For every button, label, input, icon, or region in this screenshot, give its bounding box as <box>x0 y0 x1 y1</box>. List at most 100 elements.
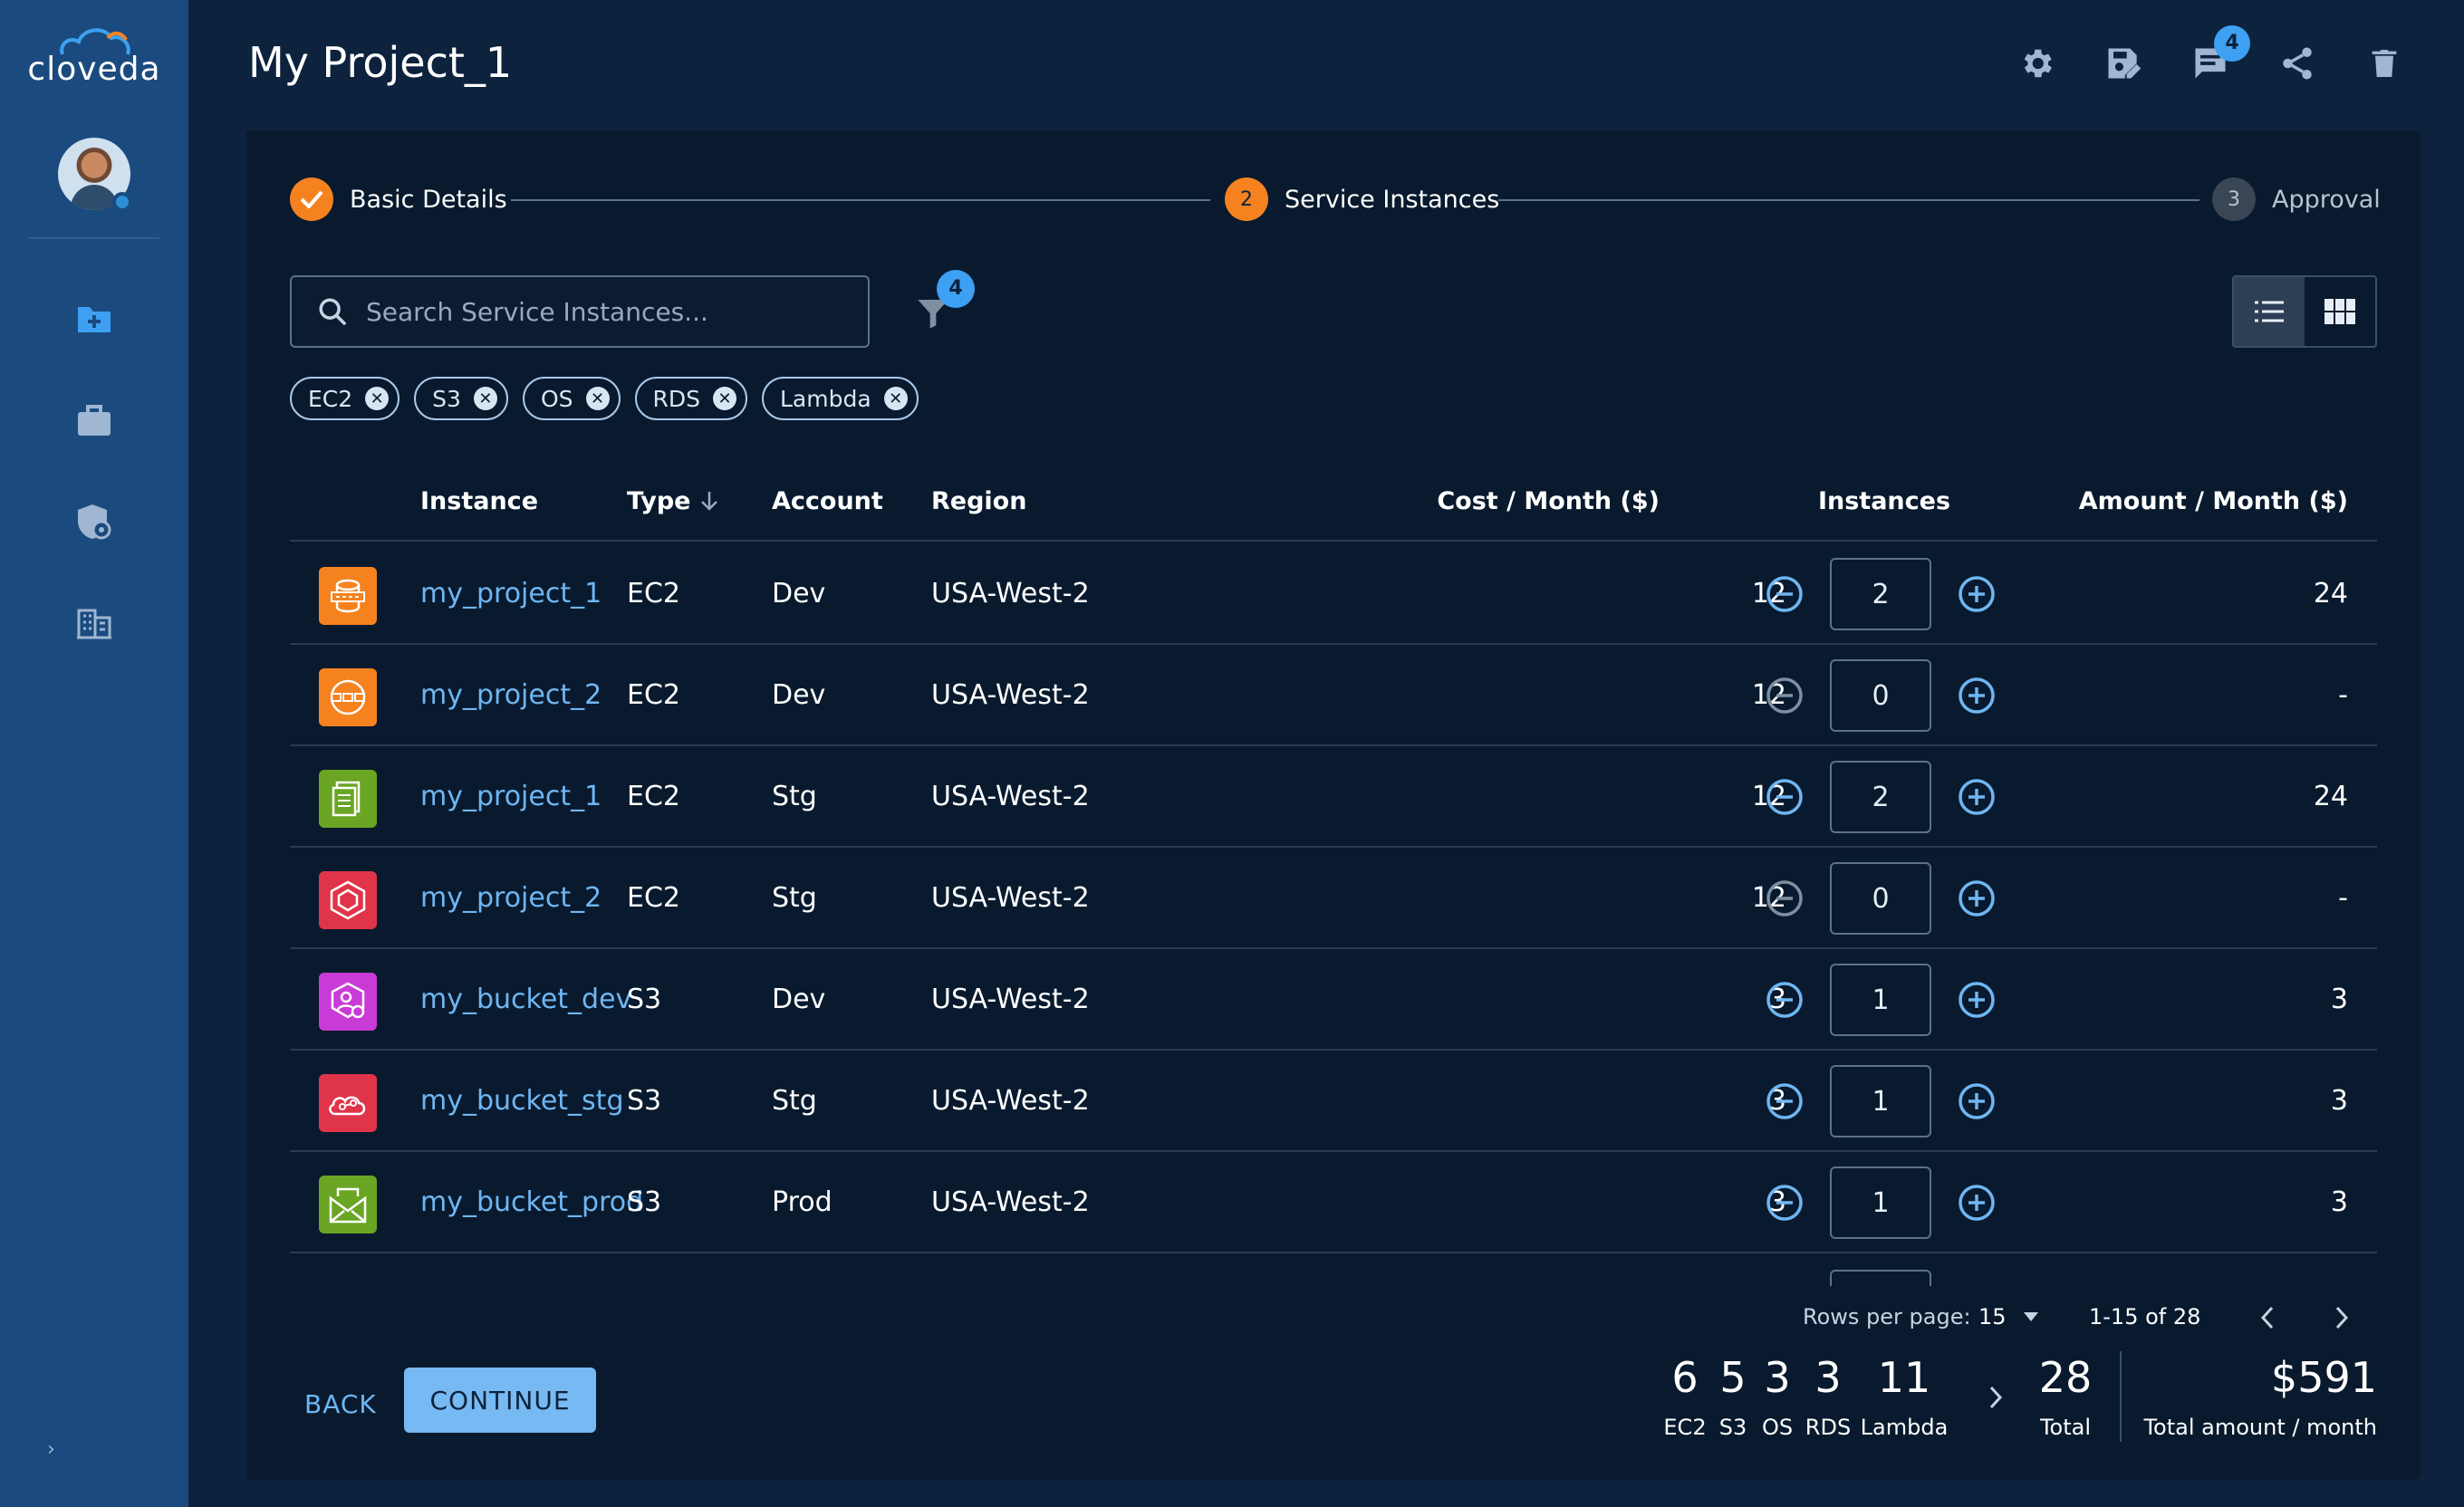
total-count-value: 28 <box>2038 1353 2093 1402</box>
instance-link[interactable]: my_project_2 <box>420 882 602 914</box>
quantity-input[interactable]: 1 <box>1830 1166 1931 1239</box>
plus-circle-icon[interactable] <box>1957 1081 1997 1121</box>
step-number: 2 <box>1225 178 1268 221</box>
rows-per-page-label: Rows per page: <box>1803 1304 1971 1329</box>
chip-ec2[interactable]: EC2 ✕ <box>290 377 400 420</box>
quantity-input[interactable]: 2 <box>1830 558 1931 630</box>
col-cost[interactable]: Cost / Month ($) <box>1362 487 1660 515</box>
minus-circle-icon[interactable] <box>1765 676 1805 715</box>
chip-lambda[interactable]: Lambda ✕ <box>762 377 919 420</box>
chevron-left-icon[interactable] <box>2257 1304 2279 1331</box>
close-icon[interactable]: ✕ <box>883 387 908 410</box>
region-cell: USA-West-2 <box>931 984 1090 1015</box>
minus-circle-icon[interactable] <box>1765 980 1805 1020</box>
instance-link[interactable]: my_project_1 <box>420 578 602 610</box>
minus-circle-icon[interactable] <box>1765 574 1805 614</box>
type-cell: EC2 <box>627 781 680 812</box>
type-cell: S3 <box>627 1186 662 1218</box>
messages-badge: 4 <box>2214 25 2250 62</box>
count-os-label: OS <box>1761 1415 1794 1440</box>
instance-link[interactable]: my_project_2 <box>420 679 602 711</box>
plus-circle-icon[interactable] <box>1957 574 1997 614</box>
search-input[interactable] <box>366 296 855 327</box>
chip-label: OS <box>540 385 573 412</box>
gear-icon[interactable] <box>2013 40 2060 87</box>
table-row[interactable]: my_bucket_stg S3 Stg USA-West-2 3 1 3 <box>290 1051 2377 1152</box>
step-approval[interactable]: 3 Approval <box>2212 178 2381 221</box>
amount-cell: 24 <box>2313 578 2348 610</box>
region-cell: USA-West-2 <box>931 882 1090 914</box>
chip-rds[interactable]: RDS ✕ <box>634 377 747 420</box>
close-icon[interactable]: ✕ <box>585 387 610 410</box>
type-cell: EC2 <box>627 679 680 711</box>
quantity-input[interactable]: 0 <box>1830 862 1931 935</box>
grid-view-button[interactable] <box>2305 277 2375 346</box>
col-instance[interactable]: Instance <box>420 487 538 515</box>
amount-cell: - <box>2338 679 2348 711</box>
rows-per-page-select[interactable]: 15 <box>1978 1304 2039 1329</box>
plus-circle-icon[interactable] <box>1957 1183 1997 1223</box>
plus-circle-icon[interactable] <box>1957 777 1997 817</box>
step-connector <box>511 199 1210 201</box>
table-row[interactable]: my_project_2 EC2 Stg USA-West-2 12 0 - <box>290 848 2377 949</box>
count-lambda-value: 11 <box>1877 1353 1931 1402</box>
chip-s3[interactable]: S3 ✕ <box>414 377 508 420</box>
page-range: 1-15 of 28 <box>2089 1304 2201 1329</box>
table-row[interactable]: my_bucket_dev S3 Dev USA-West-2 3 1 3 <box>290 949 2377 1051</box>
share-icon[interactable] <box>2274 40 2321 87</box>
table-row[interactable]: my_project_2 EC2 Dev USA-West-2 12 0 - <box>290 645 2377 746</box>
close-icon[interactable]: ✕ <box>365 387 390 410</box>
trash-icon[interactable] <box>2361 40 2408 87</box>
list-view-button[interactable] <box>2234 277 2305 346</box>
minus-circle-icon[interactable] <box>1765 878 1805 918</box>
chevron-right-icon[interactable] <box>1986 1384 2006 1411</box>
table-row[interactable]: my_project_1 EC2 Stg USA-West-2 12 2 24 <box>290 746 2377 848</box>
back-button[interactable]: BACK <box>304 1371 377 1436</box>
instance-link[interactable]: my_project_1 <box>420 781 602 812</box>
minus-circle-icon[interactable] <box>1765 777 1805 817</box>
total-amount-label: Total amount / month <box>2143 1415 2377 1440</box>
red-cube-icon <box>319 871 377 929</box>
count-s3-label: S3 <box>1718 1415 1747 1440</box>
security-icon[interactable] <box>72 500 116 543</box>
quantity-input[interactable]: 1 <box>1830 964 1931 1036</box>
step-service-instances[interactable]: 2 Service Instances <box>1225 178 1499 221</box>
col-type-label: Type <box>627 487 691 515</box>
new-folder-icon[interactable] <box>72 297 116 341</box>
col-type[interactable]: Type <box>627 487 719 515</box>
briefcase-icon[interactable] <box>72 398 116 442</box>
step-basic-details[interactable]: Basic Details <box>290 178 507 221</box>
magenta-user-gear-icon <box>319 973 377 1031</box>
save-edit-icon[interactable] <box>2100 40 2147 87</box>
green-document-icon <box>319 770 377 828</box>
app-logo[interactable]: cloveda <box>0 25 188 88</box>
quantity-input[interactable]: 1 <box>1830 1065 1931 1137</box>
plus-circle-icon[interactable] <box>1957 980 1997 1020</box>
count-lambda-label: Lambda <box>1860 1415 1949 1440</box>
chevron-right-icon[interactable] <box>2330 1304 2352 1331</box>
instance-link[interactable]: my_bucket_prod <box>420 1186 643 1218</box>
quantity-input[interactable]: 0 <box>1830 659 1931 732</box>
minus-circle-icon[interactable] <box>1765 1183 1805 1223</box>
sidebar-expand-button[interactable]: › <box>47 1438 55 1461</box>
close-icon[interactable]: ✕ <box>713 387 736 410</box>
continue-button[interactable]: CONTINUE <box>404 1368 596 1433</box>
quantity-input[interactable]: 2 <box>1830 761 1931 833</box>
col-instances[interactable]: Instances <box>1776 487 1993 515</box>
col-amount[interactable]: Amount / Month ($) <box>2047 487 2348 515</box>
table-row[interactable]: my_project_1 EC2 Dev USA-West-2 12 2 24 <box>290 543 2377 645</box>
rows-per-page-value: 15 <box>1978 1304 2007 1329</box>
plus-circle-icon[interactable] <box>1957 676 1997 715</box>
col-region[interactable]: Region <box>931 487 1026 515</box>
type-cell: S3 <box>627 1085 662 1117</box>
close-icon[interactable]: ✕ <box>473 387 497 410</box>
instance-link[interactable]: my_bucket_dev <box>420 984 631 1015</box>
instance-link[interactable]: my_bucket_stg <box>420 1085 624 1117</box>
account-cell: Stg <box>772 1085 817 1117</box>
minus-circle-icon[interactable] <box>1765 1081 1805 1121</box>
col-account[interactable]: Account <box>772 487 883 515</box>
chip-os[interactable]: OS ✕ <box>522 377 621 420</box>
table-row[interactable]: my_bucket_prod S3 Prod USA-West-2 3 1 3 <box>290 1152 2377 1253</box>
plus-circle-icon[interactable] <box>1957 878 1997 918</box>
building-icon[interactable] <box>72 601 116 645</box>
